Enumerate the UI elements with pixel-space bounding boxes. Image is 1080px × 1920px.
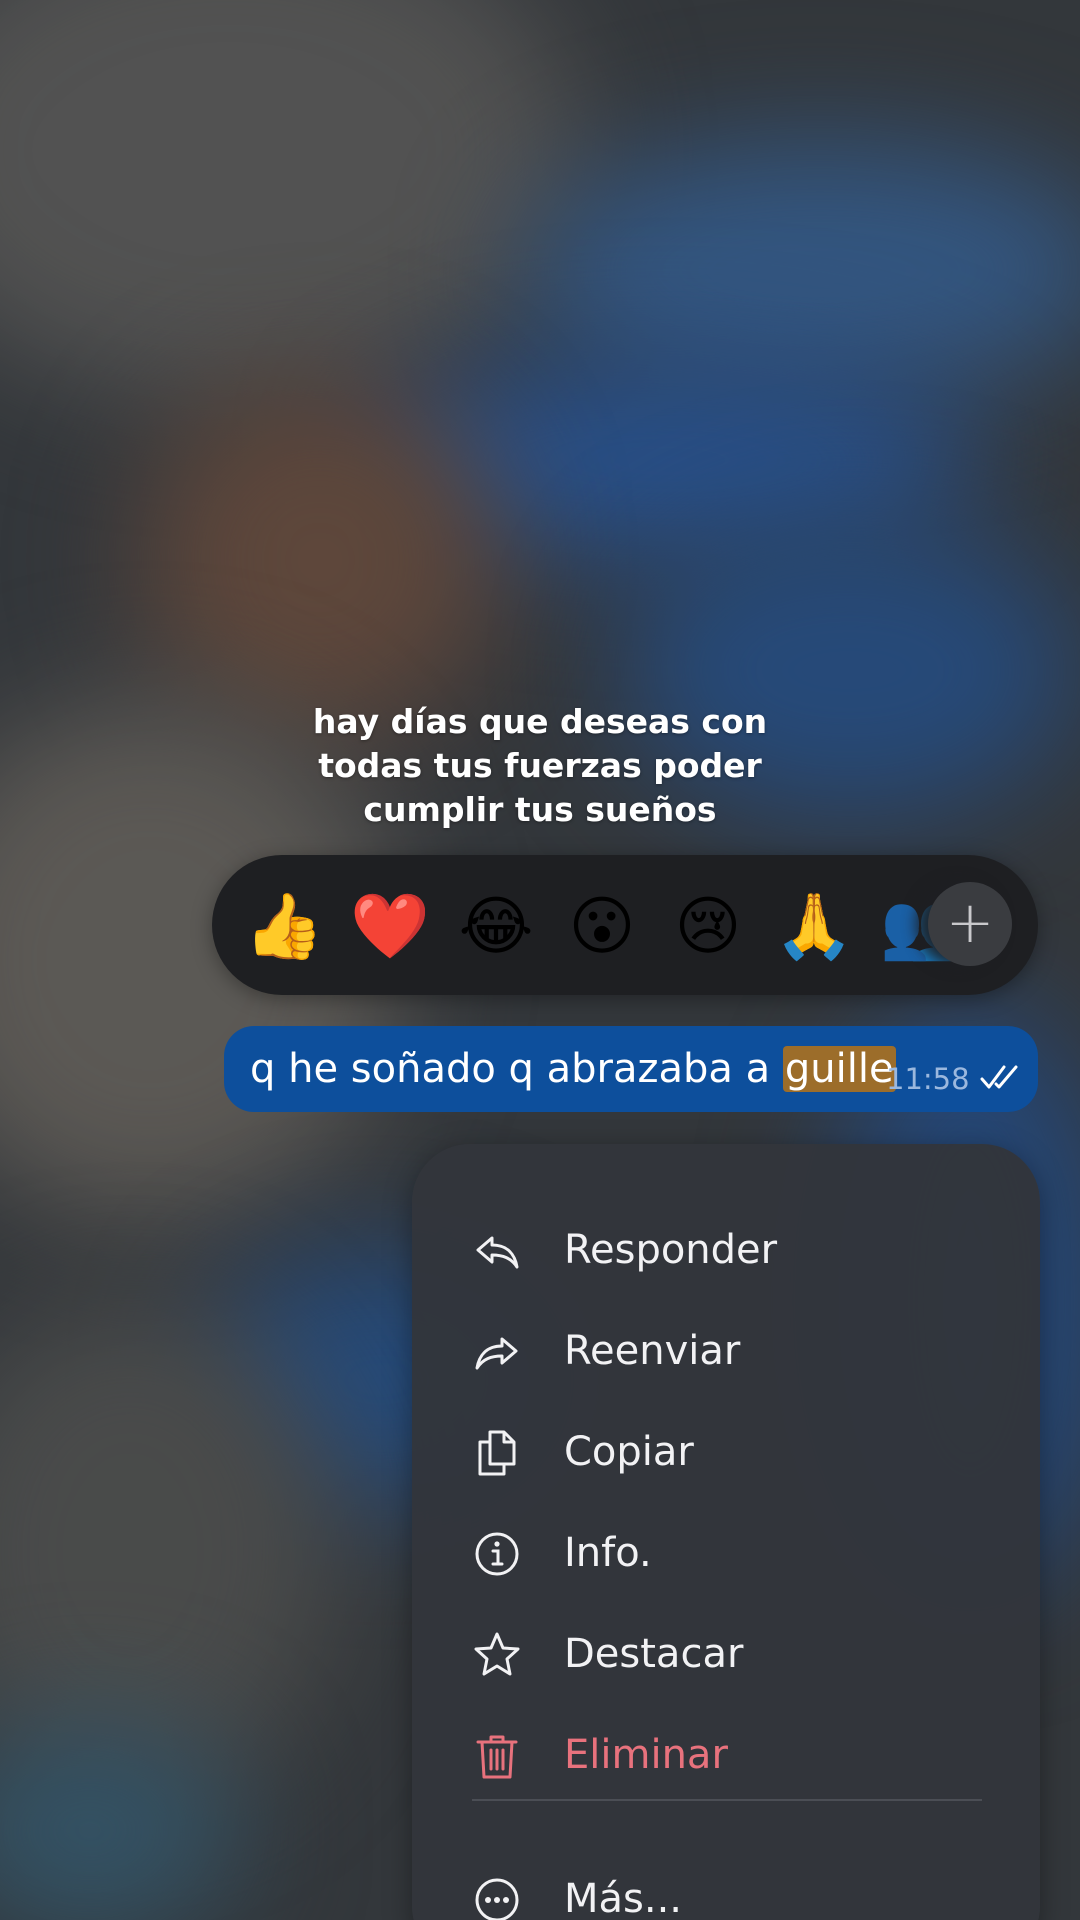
thumbs-up-icon[interactable]: 👍 (242, 885, 326, 969)
message-text-highlight: guille (782, 1046, 896, 1092)
message-text-main: q he soñado q abrazaba a (250, 1046, 783, 1092)
menu-item-label: Info. (564, 1530, 652, 1576)
menu-item-label: Más... (564, 1876, 683, 1920)
caption-text: hay días que deseas con todas tus fuerza… (0, 700, 1080, 832)
menu-item-copy[interactable]: Copiar (412, 1402, 1040, 1502)
info-icon (475, 1532, 519, 1576)
reaction-bar: 👍 ❤️ 😂 😮 😢 🙏 👥 + (212, 855, 1038, 995)
menu-item-forward[interactable]: Reenviar (412, 1301, 1040, 1401)
menu-divider (472, 1799, 982, 1801)
heart-icon[interactable]: ❤️ (348, 885, 432, 969)
plus-icon: + (945, 888, 995, 956)
crying-face-icon[interactable]: 😢 (666, 885, 750, 969)
trash-icon (476, 1735, 518, 1779)
menu-item-label: Destacar (564, 1631, 744, 1677)
menu-item-label: Reenviar (564, 1328, 741, 1374)
menu-item-label: Eliminar (564, 1732, 728, 1778)
star-icon (474, 1632, 520, 1676)
menu-item-label: Responder (564, 1227, 778, 1273)
menu-item-reply[interactable]: Responder (412, 1200, 1040, 1300)
double-check-icon (980, 1065, 1018, 1089)
caption-line-1: hay días que deseas con (312, 702, 768, 741)
forward-icon (475, 1337, 518, 1370)
caption-line-3: cumplir tus sueños (363, 790, 717, 829)
add-reaction-button[interactable]: + (928, 882, 1012, 966)
menu-item-info[interactable]: Info. (412, 1503, 1040, 1603)
message-bubble[interactable]: q he soñado q abrazaba a guille 11:58 (224, 1026, 1038, 1112)
copy-icon (478, 1430, 516, 1476)
menu-item-more[interactable]: Más... (412, 1849, 1040, 1920)
context-menu: Responder Reenviar Copiar Info. Destacar… (412, 1144, 1040, 1920)
caption-line-2: todas tus fuerzas poder (318, 746, 762, 785)
menu-item-delete[interactable]: Eliminar (412, 1705, 1040, 1805)
menu-item-label: Copiar (564, 1429, 694, 1475)
menu-item-star[interactable]: Destacar (412, 1604, 1040, 1704)
reply-icon (476, 1236, 519, 1269)
more-icon (475, 1878, 519, 1920)
message-text: q he soñado q abrazaba a guille (250, 1044, 896, 1094)
screen: hay días que deseas con todas tus fuerza… (0, 0, 1080, 1920)
message-time: 11:58 (886, 1062, 970, 1096)
tears-of-joy-icon[interactable]: 😂 (454, 885, 538, 969)
surprised-face-icon[interactable]: 😮 (560, 885, 644, 969)
folded-hands-icon[interactable]: 🙏 (772, 885, 856, 969)
